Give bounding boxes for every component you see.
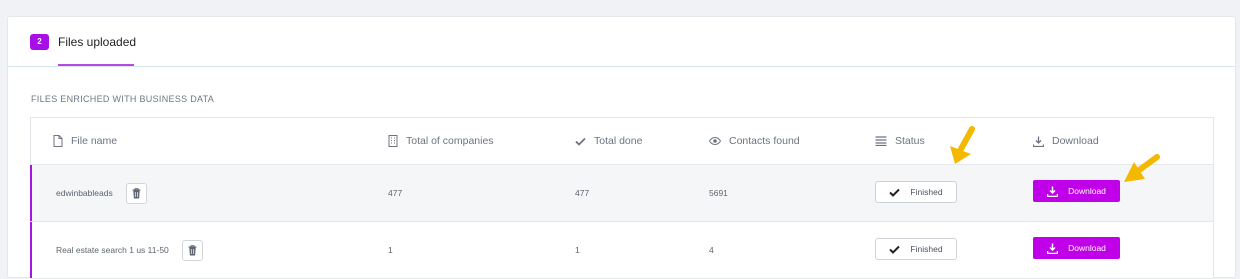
download-button[interactable]: Download — [1033, 237, 1120, 259]
row-accent — [30, 222, 32, 278]
status-button[interactable]: Finished — [875, 181, 957, 203]
file-name: edwinbableads — [56, 188, 113, 198]
table-row: Real estate search 1 us 11-50 1 1 4 Fini… — [30, 222, 1213, 279]
download-label: Download — [1068, 243, 1106, 253]
header-label: Download — [1052, 135, 1099, 147]
file-icon — [53, 135, 63, 147]
files-count-badge: 2 — [30, 33, 49, 50]
total-done-cell: 1 — [575, 245, 580, 255]
total-companies-cell: 1 — [388, 245, 393, 255]
active-tab-indicator — [58, 64, 134, 66]
status-button[interactable]: Finished — [875, 238, 957, 260]
header-total-companies[interactable]: Total of companies — [388, 118, 494, 164]
header-label: Total of companies — [406, 135, 494, 147]
status-label: Finished — [910, 187, 943, 197]
header-label: Status — [895, 135, 925, 147]
table-row: edwinbableads 477 477 5691 Finished Down… — [30, 165, 1213, 222]
download-button[interactable]: Download — [1033, 180, 1120, 202]
building-icon — [388, 135, 398, 147]
arrow-annotation-icon — [1124, 154, 1160, 182]
contacts-found-cell: 4 — [709, 245, 714, 255]
status-label: Finished — [910, 244, 943, 254]
trash-icon — [132, 187, 141, 198]
file-name-cell: Real estate search 1 us 11-50 — [56, 222, 203, 278]
delete-button[interactable] — [125, 182, 147, 204]
eye-icon — [709, 137, 721, 145]
header-contacts-found[interactable]: Contacts found — [709, 118, 800, 164]
download-label: Download — [1068, 186, 1106, 196]
download-icon — [1047, 243, 1059, 254]
delete-button[interactable] — [181, 239, 203, 261]
tab-label: Files uploaded — [58, 34, 137, 49]
header-file-name[interactable]: File name — [53, 118, 117, 164]
header-download[interactable]: Download — [1033, 118, 1099, 164]
check-icon — [575, 137, 586, 146]
header-label: Contacts found — [729, 135, 800, 147]
file-name-cell: edwinbableads — [56, 165, 147, 221]
header-status[interactable]: Status — [875, 118, 925, 164]
table-header: File name Total of companies Total done … — [31, 118, 1213, 165]
download-icon — [1033, 136, 1044, 147]
header-total-done[interactable]: Total done — [575, 118, 642, 164]
trash-icon — [188, 244, 197, 255]
files-table: File name Total of companies Total done … — [30, 117, 1214, 279]
total-done-cell: 477 — [575, 188, 590, 198]
list-icon — [875, 136, 887, 146]
header-label: File name — [71, 135, 118, 147]
download-icon — [1047, 186, 1059, 197]
section-title: FILES ENRICHED WITH BUSINESS DATA — [31, 94, 215, 104]
header-label: Total done — [594, 135, 643, 147]
total-companies-cell: 477 — [388, 188, 403, 198]
tab-bar: 2 Files uploaded — [8, 17, 1235, 67]
contacts-found-cell: 5691 — [709, 188, 728, 198]
arrow-annotation-icon — [950, 126, 975, 164]
file-name: Real estate search 1 us 11-50 — [56, 245, 169, 255]
row-accent — [30, 165, 32, 221]
check-icon — [889, 245, 901, 254]
check-icon — [889, 188, 901, 197]
tab-files-uploaded[interactable]: 2 Files uploaded — [30, 17, 142, 66]
files-card: 2 Files uploaded FILES ENRICHED WITH BUS… — [7, 16, 1236, 279]
